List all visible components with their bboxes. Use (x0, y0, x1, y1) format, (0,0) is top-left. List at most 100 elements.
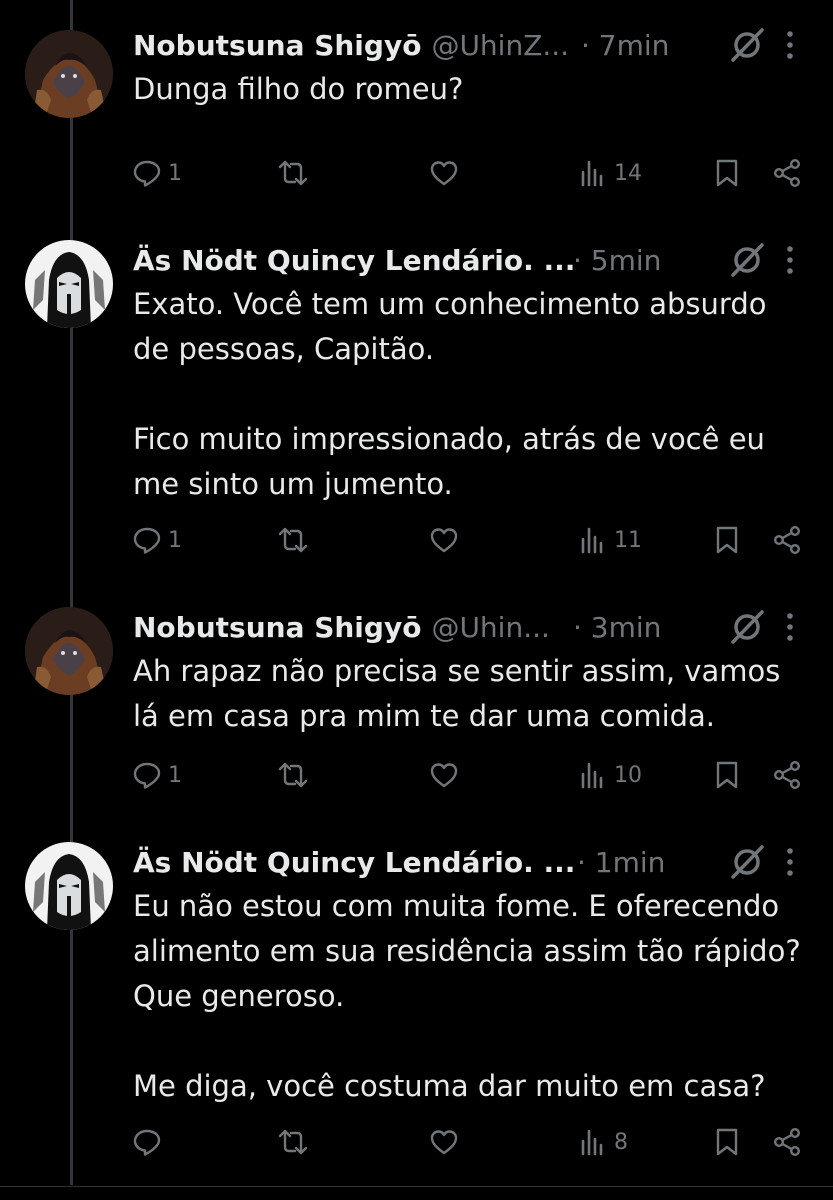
reply-icon (133, 1129, 161, 1156)
share-icon (774, 526, 801, 555)
retweet-icon (278, 160, 308, 186)
bookmark-icon (716, 526, 738, 554)
bookmark-icon (716, 159, 738, 187)
reply-button[interactable]: 1 (132, 520, 182, 560)
views-count: 10 (614, 762, 642, 788)
tweet-text-line: Dunga filho do romeu? (133, 72, 464, 106)
reply-button[interactable]: 1 (132, 755, 182, 795)
grok-icon[interactable] (729, 27, 765, 63)
bookmark-icon (716, 761, 738, 789)
reply-icon (133, 160, 161, 187)
tweet-text-line: lá em casa pra mim te dar uma comida. (133, 699, 716, 733)
retweet-icon (278, 1129, 308, 1155)
reply-count: 1 (168, 160, 182, 186)
tweet-text-line: Ah rapaz não precisa se sentir assim, va… (133, 654, 781, 688)
reply-icon (133, 762, 161, 789)
tweet-header: Äs Nödt Quincy Lendário. ... · 5min (133, 240, 803, 280)
grok-icon[interactable] (729, 609, 765, 645)
like-button[interactable] (429, 153, 459, 193)
retweet-button[interactable] (278, 755, 308, 795)
views-button[interactable]: 8 (578, 1122, 628, 1162)
tweet-text: Exato. Você tem um conhecimento absurdo … (133, 282, 803, 507)
bookmark-icon (716, 1128, 738, 1156)
share-button[interactable] (772, 153, 802, 193)
reply-count: 1 (168, 527, 182, 553)
tweet-text: Dunga filho do romeu? (133, 67, 803, 112)
reply-button[interactable]: 1 (132, 153, 182, 193)
share-button[interactable] (772, 520, 802, 560)
avatar[interactable] (25, 842, 113, 930)
tweet-text-line: Me diga, você costuma dar muito em casa? (133, 1069, 766, 1103)
avatar-as-nodt-image (25, 842, 113, 930)
author-name[interactable]: Nobutsuna Shigyō (133, 29, 421, 62)
like-button[interactable] (429, 1122, 459, 1162)
tweet-text-line: me sinto um jumento. (133, 467, 453, 501)
views-icon (581, 160, 603, 187)
author-name[interactable]: Äs Nödt Quincy Lendário. ... (133, 244, 575, 277)
tweet-text: Eu não estou com muita fome. E oferecend… (133, 884, 803, 1109)
tweet-actions: 1 14 (0, 153, 833, 193)
bookmark-button[interactable] (712, 1122, 742, 1162)
like-icon (430, 1130, 458, 1155)
tweet-text-line: Eu não estou com muita fome. E oferecend… (133, 889, 780, 923)
share-icon (774, 1128, 801, 1157)
views-count: 14 (614, 160, 642, 186)
more-icon[interactable] (785, 611, 795, 643)
retweet-icon (278, 527, 308, 553)
avatar-as-nodt-image (25, 240, 113, 328)
more-icon[interactable] (785, 244, 795, 276)
reply-button[interactable] (132, 1122, 168, 1162)
author-name[interactable]: Äs Nödt Quincy Lendário. ... (133, 846, 575, 879)
like-icon (430, 528, 458, 553)
avatar[interactable] (25, 30, 113, 118)
retweet-icon (278, 762, 308, 788)
retweet-button[interactable] (278, 520, 308, 560)
tweet-time[interactable]: · 7min (581, 29, 669, 62)
tweet-text-line: Que generoso. (133, 979, 345, 1013)
tweet-actions: 8 (0, 1122, 833, 1162)
author-name[interactable]: Nobutsuna Shigyō (133, 611, 421, 644)
views-button[interactable]: 11 (578, 520, 642, 560)
reply-count: 1 (168, 762, 182, 788)
tweet-text-line: alimento em sua residência assim tão ráp… (133, 934, 801, 968)
views-count: 8 (614, 1129, 628, 1155)
avatar[interactable] (25, 607, 113, 695)
tweet-text-line: Fico muito impressionado, atrás de você … (133, 422, 765, 456)
share-button[interactable] (772, 1122, 802, 1162)
tweet-actions: 1 11 (0, 520, 833, 560)
bookmark-button[interactable] (712, 520, 742, 560)
bookmark-button[interactable] (712, 755, 742, 795)
share-button[interactable] (772, 755, 802, 795)
like-button[interactable] (429, 520, 459, 560)
views-button[interactable]: 10 (578, 755, 642, 795)
views-icon (581, 527, 603, 554)
share-icon (774, 761, 801, 790)
reply-icon (133, 527, 161, 554)
tweet-header: Nobutsuna Shigyō @UhinZ... · 7min (133, 25, 803, 65)
more-icon[interactable] (785, 846, 795, 878)
retweet-button[interactable] (278, 153, 308, 193)
avatar[interactable] (25, 240, 113, 328)
grok-icon[interactable] (729, 242, 765, 278)
views-button[interactable]: 14 (578, 153, 642, 193)
more-icon[interactable] (785, 29, 795, 61)
like-button[interactable] (429, 755, 459, 795)
views-icon (581, 1129, 603, 1156)
views-icon (581, 762, 603, 789)
tweet-text: Ah rapaz não precisa se sentir assim, va… (133, 649, 803, 739)
grok-icon[interactable] (729, 844, 765, 880)
tweet-text-line: de pessoas, Capitão. (133, 332, 435, 366)
tweet-time[interactable]: · 3min (573, 611, 661, 644)
tweet-actions: 1 10 (0, 755, 833, 795)
tweet-text-line: Exato. Você tem um conhecimento absurdo (133, 287, 767, 321)
tweet-time[interactable]: · 5min (573, 244, 661, 277)
views-count: 11 (614, 527, 642, 553)
retweet-button[interactable] (278, 1122, 308, 1162)
author-handle[interactable]: @Uhin... (431, 611, 549, 644)
tweet-time[interactable]: · 1min (577, 846, 665, 879)
share-icon (774, 159, 801, 188)
author-handle[interactable]: @UhinZ... (431, 29, 569, 62)
avatar-nobutsuna-image (25, 607, 113, 695)
like-icon (430, 161, 458, 186)
bookmark-button[interactable] (712, 153, 742, 193)
